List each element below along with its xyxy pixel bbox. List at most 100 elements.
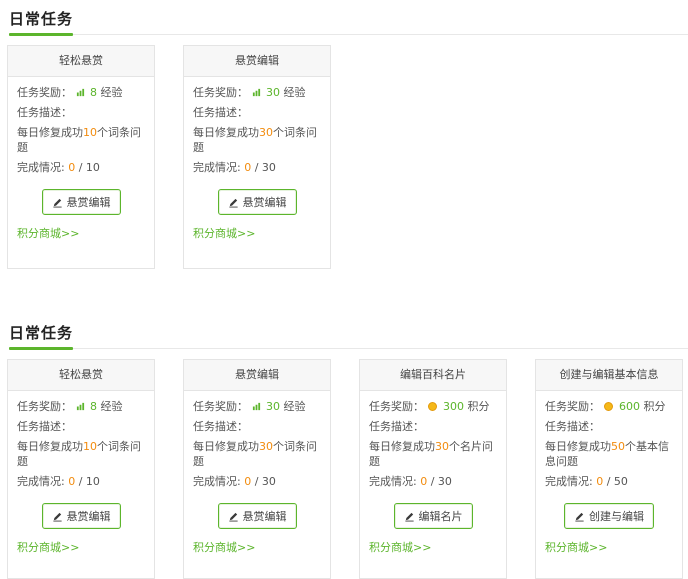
task-progress-label: 完成情况:	[193, 475, 241, 488]
task-progress-total: / 10	[78, 161, 100, 174]
task-progress-done: 0	[244, 475, 252, 488]
exp-icon	[76, 88, 84, 97]
task-progress-total: / 30	[254, 161, 276, 174]
task-card: 悬赏编辑 任务奖励： 30 经验 任务描述： 每日修复成功30个词条问题 完成情…	[183, 45, 331, 269]
task-reward-value: 8	[90, 86, 97, 99]
pencil-icon	[404, 512, 414, 522]
task-progress: 完成情况: 0 / 50	[545, 474, 673, 489]
section-header: 日常任务	[9, 4, 688, 36]
task-action-button[interactable]: 悬赏编辑	[217, 189, 297, 215]
task-action-button[interactable]: 悬赏编辑	[217, 503, 297, 529]
section-header: 日常任务	[9, 318, 688, 350]
task-reward: 任务奖励： 600 积分	[545, 399, 673, 414]
section-title-underline	[9, 33, 73, 36]
task-action-button[interactable]: 悬赏编辑	[41, 189, 121, 215]
task-progress: 完成情况: 0 / 10	[17, 160, 145, 175]
task-card-body: 任务奖励： 8 经验 任务描述： 每日修复成功10个词条问题 完成情况: 0 /…	[8, 391, 154, 564]
task-reward-unit: 积分	[643, 400, 666, 413]
exp-icon	[252, 402, 260, 411]
pencil-icon	[228, 198, 238, 208]
task-card: 编辑百科名片 任务奖励： 300 积分 任务描述： 每日修复成功30个名片问题 …	[359, 359, 507, 579]
pencil-icon	[52, 512, 62, 522]
task-reward: 任务奖励： 30 经验	[193, 85, 321, 100]
task-progress-label: 完成情况:	[545, 475, 593, 488]
task-desc: 每日修复成功30个词条问题	[193, 125, 323, 155]
task-desc: 每日修复成功30个名片问题	[369, 439, 499, 469]
task-reward: 任务奖励： 8 经验	[17, 85, 145, 100]
task-progress-done: 0	[68, 161, 76, 174]
points-mall-link[interactable]: 积分商城>>	[545, 541, 673, 555]
task-desc: 每日修复成功10个词条问题	[17, 125, 147, 155]
task-progress: 完成情况: 0 / 30	[369, 474, 497, 489]
task-action-wrap: 悬赏编辑	[17, 189, 145, 217]
task-progress-label: 完成情况:	[193, 161, 241, 174]
task-card-body: 任务奖励： 600 积分 任务描述： 每日修复成功50个基本信息问题 完成情况:…	[536, 391, 682, 564]
task-card: 轻松悬赏 任务奖励： 8 经验 任务描述： 每日修复成功10个词条问题 完成情况…	[7, 45, 155, 269]
points-mall-link[interactable]: 积分商城>>	[17, 227, 145, 241]
points-mall-link[interactable]: 积分商城>>	[193, 541, 321, 555]
task-action-label: 悬赏编辑	[66, 196, 111, 209]
task-progress-label: 完成情况:	[17, 161, 65, 174]
coin-icon	[603, 402, 613, 411]
task-reward-unit: 积分	[467, 400, 490, 413]
task-progress-total: / 10	[78, 475, 100, 488]
reward-icon	[76, 86, 87, 99]
task-progress: 完成情况: 0 / 10	[17, 474, 145, 489]
coin-icon	[427, 402, 437, 411]
task-desc-number: 30	[259, 126, 273, 139]
pencil-icon	[575, 512, 584, 522]
task-desc-label: 任务描述：	[17, 106, 72, 119]
task-progress-total: / 30	[430, 475, 452, 488]
exp-icon	[252, 88, 260, 97]
task-desc-label: 任务描述：	[17, 420, 72, 433]
task-reward-value: 30	[266, 86, 280, 99]
task-action-label: 悬赏编辑	[242, 510, 287, 523]
task-reward-label: 任务奖励：	[545, 400, 600, 413]
task-desc-label: 任务描述：	[545, 420, 600, 433]
task-desc: 每日修复成功50个基本信息问题	[545, 439, 675, 469]
task-reward-value: 600	[619, 400, 640, 413]
reward-icon	[427, 400, 440, 413]
pencil-icon	[228, 512, 238, 522]
reward-icon	[252, 86, 263, 99]
task-desc-label: 任务描述：	[369, 420, 424, 433]
task-reward-unit: 经验	[283, 86, 306, 99]
task-action-button[interactable]: 编辑名片	[393, 503, 473, 529]
task-reward: 任务奖励： 30 经验	[193, 399, 321, 414]
task-card: 轻松悬赏 任务奖励： 8 经验 任务描述： 每日修复成功10个词条问题 完成情况…	[7, 359, 155, 579]
task-action-wrap: 创建与编辑	[545, 503, 673, 531]
task-action-button[interactable]: 创建与编辑	[564, 503, 654, 529]
task-card: 悬赏编辑 任务奖励： 30 经验 任务描述： 每日修复成功30个词条问题 完成情…	[183, 359, 331, 579]
points-mall-link[interactable]: 积分商城>>	[369, 541, 497, 555]
task-desc-pre: 每日修复成功	[193, 126, 259, 139]
task-progress: 完成情况: 0 / 30	[193, 474, 321, 489]
points-mall-link[interactable]: 积分商城>>	[17, 541, 145, 555]
task-action-label: 创建与编辑	[589, 510, 644, 523]
task-action-wrap: 悬赏编辑	[193, 503, 321, 531]
task-card-title: 编辑百科名片	[360, 360, 506, 391]
pencil-icon	[52, 198, 62, 208]
task-reward-unit: 经验	[100, 400, 123, 413]
reward-icon	[76, 400, 87, 413]
task-desc-number: 10	[83, 126, 97, 139]
task-progress-label: 完成情况:	[17, 475, 65, 488]
task-card-body: 任务奖励： 300 积分 任务描述： 每日修复成功30个名片问题 完成情况: 0…	[360, 391, 506, 564]
task-desc-pre: 每日修复成功	[17, 440, 83, 453]
task-reward-value: 8	[90, 400, 97, 413]
task-progress-label: 完成情况:	[369, 475, 417, 488]
task-card-body: 任务奖励： 30 经验 任务描述： 每日修复成功30个词条问题 完成情况: 0 …	[184, 391, 330, 564]
task-progress-done: 0	[596, 475, 604, 488]
task-desc-label: 任务描述：	[193, 106, 248, 119]
task-desc-number: 30	[435, 440, 449, 453]
task-card: 创建与编辑基本信息 任务奖励： 600 积分 任务描述： 每日修复成功50个基本…	[535, 359, 683, 579]
task-desc-pre: 每日修复成功	[545, 440, 611, 453]
task-desc: 每日修复成功10个词条问题	[17, 439, 147, 469]
task-action-button[interactable]: 悬赏编辑	[41, 503, 121, 529]
task-progress-total: / 30	[254, 475, 276, 488]
task-card-title: 轻松悬赏	[8, 46, 154, 77]
task-reward: 任务奖励： 8 经验	[17, 399, 145, 414]
points-mall-link[interactable]: 积分商城>>	[193, 227, 321, 241]
task-card-title: 悬赏编辑	[184, 46, 330, 77]
task-action-wrap: 悬赏编辑	[17, 503, 145, 531]
task-action-wrap: 悬赏编辑	[193, 189, 321, 217]
